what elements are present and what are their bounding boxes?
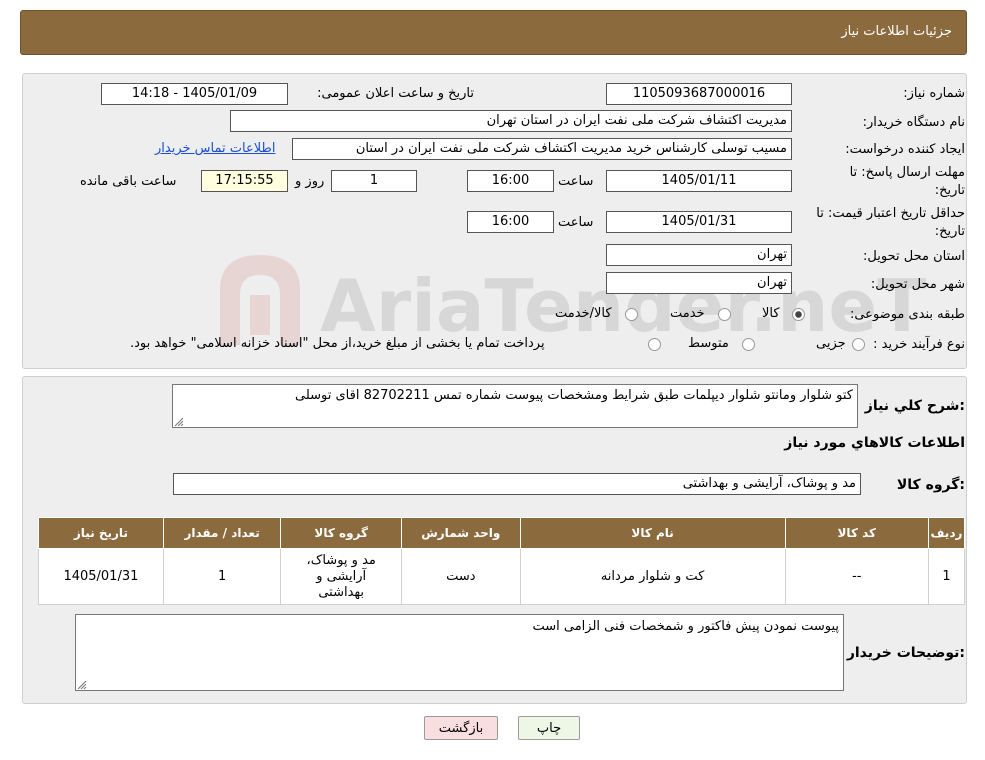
buyer-org-field: مدیریت اکتشاف شرکت ملی نفت ایران در استا… xyxy=(230,110,792,132)
col-item-code: کد کالا xyxy=(784,517,929,549)
category-goods-label: کالا xyxy=(762,306,780,321)
reply-deadline-label-2: تاریخ: xyxy=(934,183,965,198)
category-label: طبقه بندی موضوعی: xyxy=(849,307,965,322)
purchase-type-minor-radio[interactable] xyxy=(852,338,865,351)
need-number-label: شماره نیاز: xyxy=(903,86,965,101)
resize-grip-icon[interactable] xyxy=(174,416,184,427)
buyer-notes-textarea[interactable]: پیوست نمودن پیش فاکتور و شمخصات فنی الزا… xyxy=(75,614,844,691)
page-title: جزئیات اطلاعات نیاز xyxy=(841,24,952,39)
description-textarea[interactable]: کتو شلوار ومانتو شلوار دیپلمات طبق شرایط… xyxy=(172,384,858,428)
price-validity-label-2: تاریخ: xyxy=(934,224,965,239)
cell-unit: دست xyxy=(401,548,521,605)
category-service-label: خدمت xyxy=(670,306,705,321)
reply-deadline-date-field: 1405/01/11 xyxy=(606,170,792,192)
buyer-contact-link[interactable]: اطلاعات تماس خریدار xyxy=(155,141,275,156)
purchase-type-minor-label: جزیی xyxy=(816,336,846,351)
page-header: جزئیات اطلاعات نیاز xyxy=(20,10,967,55)
resize-grip-icon[interactable] xyxy=(77,679,87,690)
table-row: 1 -- کت و شلوار مردانه دست مد و پوشاک، آ… xyxy=(38,548,966,605)
items-table: ردیف کد کالا نام کالا واحد شمارش گروه کا… xyxy=(38,517,966,605)
cell-item-code: -- xyxy=(784,548,929,605)
col-need-date: تاریخ نیاز xyxy=(38,517,164,549)
col-quantity: تعداد / مقدار xyxy=(162,517,282,549)
remaining-time-label: ساعت باقی مانده xyxy=(80,174,177,189)
reply-deadline-days-field: 1 xyxy=(331,170,417,192)
items-table-wrapper: ردیف کد کالا نام کالا واحد شمارش گروه کا… xyxy=(38,517,966,605)
buyer-notes-label: توضیحات خریدار: xyxy=(846,645,965,661)
remaining-time-field: 17:15:55 xyxy=(201,170,288,192)
back-button[interactable]: بازگشت xyxy=(424,716,498,740)
col-row-number: ردیف xyxy=(927,517,966,549)
cell-item-group: مد و پوشاک، آرایشی و بهداشتی xyxy=(280,548,403,605)
requester-label: ایجاد کننده درخواست: xyxy=(845,142,965,157)
col-item-group: گروه کالا xyxy=(280,517,403,549)
price-validity-label: حداقل تاریخ اعتبار قیمت: تا xyxy=(816,206,965,221)
purchase-type-medium-radio[interactable] xyxy=(742,338,755,351)
treasury-payment-note: پرداخت تمام یا بخشی از مبلغ خرید،از محل … xyxy=(130,336,545,351)
city-field: تهران xyxy=(606,272,792,294)
buyer-notes-text: پیوست نمودن پیش فاکتور و شمخصات فنی الزا… xyxy=(532,619,839,634)
province-field: تهران xyxy=(606,244,792,266)
cell-quantity: 1 xyxy=(162,548,282,605)
city-label: شهر محل تحویل: xyxy=(870,277,965,292)
purchase-type-label: نوع فرآیند خرید : xyxy=(873,337,965,352)
price-validity-date-field: 1405/01/31 xyxy=(606,211,792,233)
price-validity-time-field: 16:00 xyxy=(467,211,554,233)
col-unit: واحد شمارش xyxy=(401,517,521,549)
col-item-name: نام کالا xyxy=(519,517,786,549)
cell-row-number: 1 xyxy=(927,548,966,605)
requester-field: مسیب توسلی کارشناس خرید مدیریت اکتشاف شر… xyxy=(292,138,792,160)
items-section-title: اطلاعات کالاهاي مورد نياز xyxy=(784,435,965,451)
reply-deadline-time-field: 16:00 xyxy=(467,170,554,192)
price-validity-time-label: ساعت xyxy=(558,215,594,230)
items-table-header-row: ردیف کد کالا نام کالا واحد شمارش گروه کا… xyxy=(38,517,966,549)
province-label: استان محل تحویل: xyxy=(863,249,965,264)
reply-deadline-time-label: ساعت xyxy=(558,174,594,189)
announce-datetime-field: 1405/01/09 - 14:18 xyxy=(101,83,288,105)
description-label: شرح کلي نياز: xyxy=(864,398,965,414)
cell-need-date: 1405/01/31 xyxy=(38,548,164,605)
cell-item-name: کت و شلوار مردانه xyxy=(519,548,786,605)
purchase-type-medium-label: متوسط xyxy=(688,336,729,351)
goods-group-label: گروه کالا: xyxy=(896,477,965,493)
category-goods-service-radio[interactable] xyxy=(625,308,638,321)
category-goods-service-label: کالا/خدمت xyxy=(555,306,612,321)
category-goods-radio[interactable] xyxy=(792,308,805,321)
buyer-org-label: نام دستگاه خریدار: xyxy=(862,115,965,130)
reply-deadline-days-label: روز و xyxy=(295,174,325,189)
description-text: کتو شلوار ومانتو شلوار دیپلمات طبق شرایط… xyxy=(295,388,853,403)
treasury-payment-radio[interactable] xyxy=(648,338,661,351)
category-service-radio[interactable] xyxy=(718,308,731,321)
reply-deadline-label: مهلت ارسال پاسخ: تا xyxy=(849,165,965,180)
goods-group-field: مد و پوشاک، آرایشی و بهداشتی xyxy=(173,473,861,495)
announce-datetime-label: تاریخ و ساعت اعلان عمومی: xyxy=(317,86,474,101)
print-button[interactable]: چاپ xyxy=(518,716,580,740)
need-number-field: 1105093687000016 xyxy=(606,83,792,105)
